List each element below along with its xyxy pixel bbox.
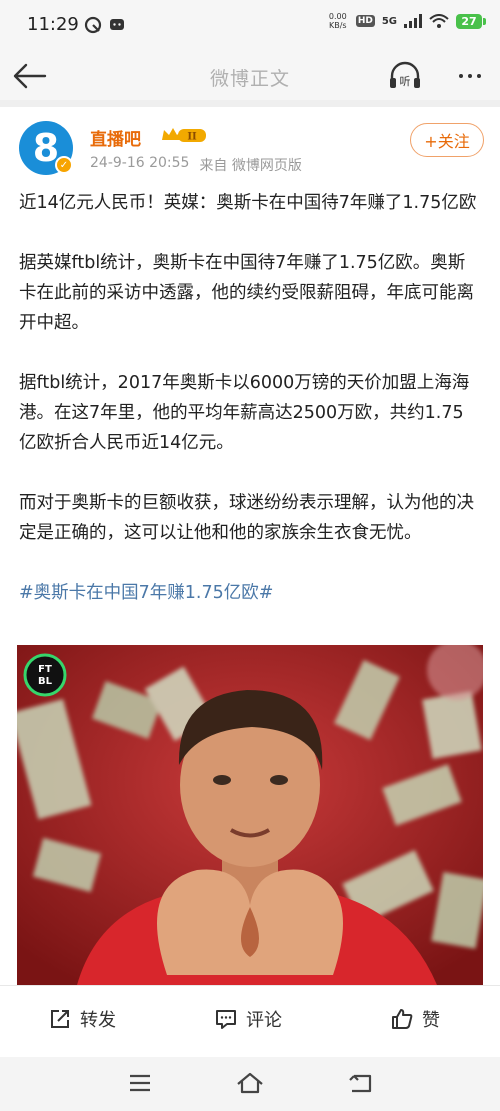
vip-level-text: II xyxy=(187,132,197,143)
author-name[interactable]: 直播吧 xyxy=(90,125,141,150)
verified-badge-icon: ✓ xyxy=(55,156,73,174)
net-speed: 0.00 KB/s xyxy=(327,12,349,30)
notification-app-icon xyxy=(84,16,102,34)
back-nav-button[interactable] xyxy=(340,1068,380,1098)
comment-icon xyxy=(216,1010,236,1029)
listen-label: 听 xyxy=(400,75,411,88)
status-right-icons: 0.00 KB/s HD 5G 27 xyxy=(327,12,486,30)
status-time: 11:29 xyxy=(27,14,79,35)
like-button[interactable]: 赞 xyxy=(390,1006,440,1032)
menu-nav-button[interactable] xyxy=(120,1068,160,1098)
net-speed-unit: KB/s xyxy=(329,21,347,30)
post-image-illustration: FT BL xyxy=(17,645,483,985)
headphones-icon: 听 xyxy=(390,61,420,88)
section-divider xyxy=(0,100,500,107)
status-left-icons xyxy=(84,16,126,34)
home-icon xyxy=(237,1072,263,1094)
system-nav-bar xyxy=(0,1057,500,1111)
post-paragraph: 据ftbl统计，2017年奥斯卡以6000万镑的天价加盟上海海港。在这7年里，他… xyxy=(19,373,470,453)
hd-badge: HD xyxy=(355,15,375,27)
more-dot-icon xyxy=(468,74,472,78)
menu-icon xyxy=(130,1074,150,1092)
page-title: 微博正文 xyxy=(209,68,290,90)
net-speed-value: 0.00 xyxy=(328,12,347,21)
signal-icon xyxy=(404,14,422,28)
like-label: 赞 xyxy=(422,1010,440,1031)
post-date: 24-9-16 20:55 xyxy=(90,155,190,171)
image-logo-text: FT xyxy=(38,664,52,675)
share-icon xyxy=(51,1010,69,1028)
wifi-icon xyxy=(429,14,449,28)
repost-label: 转发 xyxy=(80,1010,116,1031)
notification-message-icon xyxy=(110,19,124,30)
more-options-button[interactable] xyxy=(450,58,490,94)
post-source: 来自 微博网页版 xyxy=(199,158,302,174)
comment-label: 评论 xyxy=(246,1010,282,1031)
hashtag-link[interactable]: #奥斯卡在中国7年赚1.75亿欧# xyxy=(19,578,481,608)
post-paragraph: 据英媒ftbl统计，奥斯卡在中国待7年赚了1.75亿欧。奥斯卡在此前的采访中透露… xyxy=(19,253,474,333)
top-nav-bar: 微博正文 听 xyxy=(0,52,500,100)
battery-level: 27 xyxy=(456,13,482,29)
post-image[interactable]: FT BL xyxy=(17,645,483,985)
post-paragraph: 而对于奥斯卡的巨额收获，球迷纷纷表示理解，认为他的决定是正确的，这可以让他和他的… xyxy=(19,493,474,543)
thumbs-up-icon xyxy=(392,1009,413,1029)
listen-button[interactable]: 听 xyxy=(385,58,425,94)
comment-button[interactable]: 评论 xyxy=(214,1006,282,1032)
follow-label: +关注 xyxy=(424,132,470,151)
home-nav-button[interactable] xyxy=(230,1068,270,1098)
return-icon xyxy=(349,1074,372,1093)
image-logo-text: BL xyxy=(38,676,53,687)
vip-crown-icon: II xyxy=(162,128,206,143)
post-author-row: 8 ✓ 直播吧 II 24-9-16 20:55 来自 微博网页版 +关注 xyxy=(0,115,500,185)
post-headline: 近14亿元人民币！英媒：奥斯卡在中国待7年赚了1.75亿欧 xyxy=(19,193,477,213)
more-dot-icon xyxy=(477,74,481,78)
battery-indicator: 27 xyxy=(456,13,486,29)
battery-cap xyxy=(483,17,486,25)
more-dot-icon xyxy=(459,74,463,78)
repost-button[interactable]: 转发 xyxy=(48,1006,116,1032)
post-action-bar: 转发 评论 赞 xyxy=(0,985,500,1057)
post-body: 近14亿元人民币！英媒：奥斯卡在中国待7年赚了1.75亿欧 据英媒ftbl统计，… xyxy=(19,188,481,638)
post-meta: 24-9-16 20:55 来自 微博网页版 xyxy=(90,155,302,175)
follow-button[interactable]: +关注 xyxy=(410,123,484,157)
network-type: 5G xyxy=(381,15,397,27)
status-bar: 11:29 0.00 KB/s HD 5G 27 xyxy=(0,0,500,52)
